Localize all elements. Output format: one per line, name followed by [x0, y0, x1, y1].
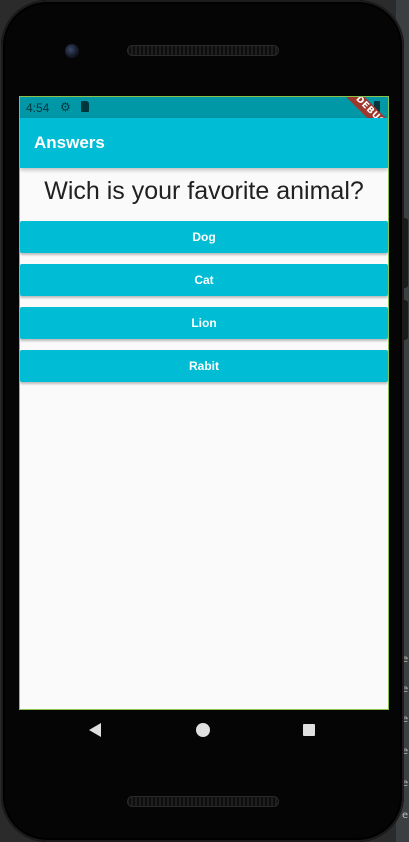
answer-button-cat[interactable]: Cat — [20, 264, 388, 296]
system-nav-bar — [19, 710, 387, 752]
power-button[interactable] — [402, 300, 408, 340]
question-text: Wich is your favorite animal? — [44, 177, 364, 205]
phone-frame: 4:54 ⚙ DEBUG Answers Wich is your favori… — [1, 0, 408, 842]
sd-card-icon — [81, 101, 89, 112]
status-bar: 4:54 ⚙ DEBUG — [20, 97, 388, 145]
app-bar: Answers — [20, 118, 388, 168]
gear-icon: ⚙ — [60, 100, 71, 114]
ide-text-fragment: e — [402, 810, 409, 821]
answer-button-rabit[interactable]: Rabit — [20, 350, 388, 382]
volume-button[interactable] — [402, 218, 408, 288]
top-speaker — [127, 45, 279, 56]
app-bar-title: Answers — [34, 133, 105, 152]
front-camera — [65, 44, 79, 58]
back-triangle-icon[interactable] — [89, 723, 101, 737]
answer-button-lion[interactable]: Lion — [20, 307, 388, 339]
home-circle-icon[interactable] — [196, 723, 210, 737]
status-time: 4:54 — [26, 101, 50, 115]
app-screen: 4:54 ⚙ DEBUG Answers Wich is your favori… — [19, 96, 389, 710]
bottom-speaker — [127, 796, 279, 807]
recents-square-icon[interactable] — [303, 724, 315, 736]
answer-button-dog[interactable]: Dog — [20, 221, 388, 253]
